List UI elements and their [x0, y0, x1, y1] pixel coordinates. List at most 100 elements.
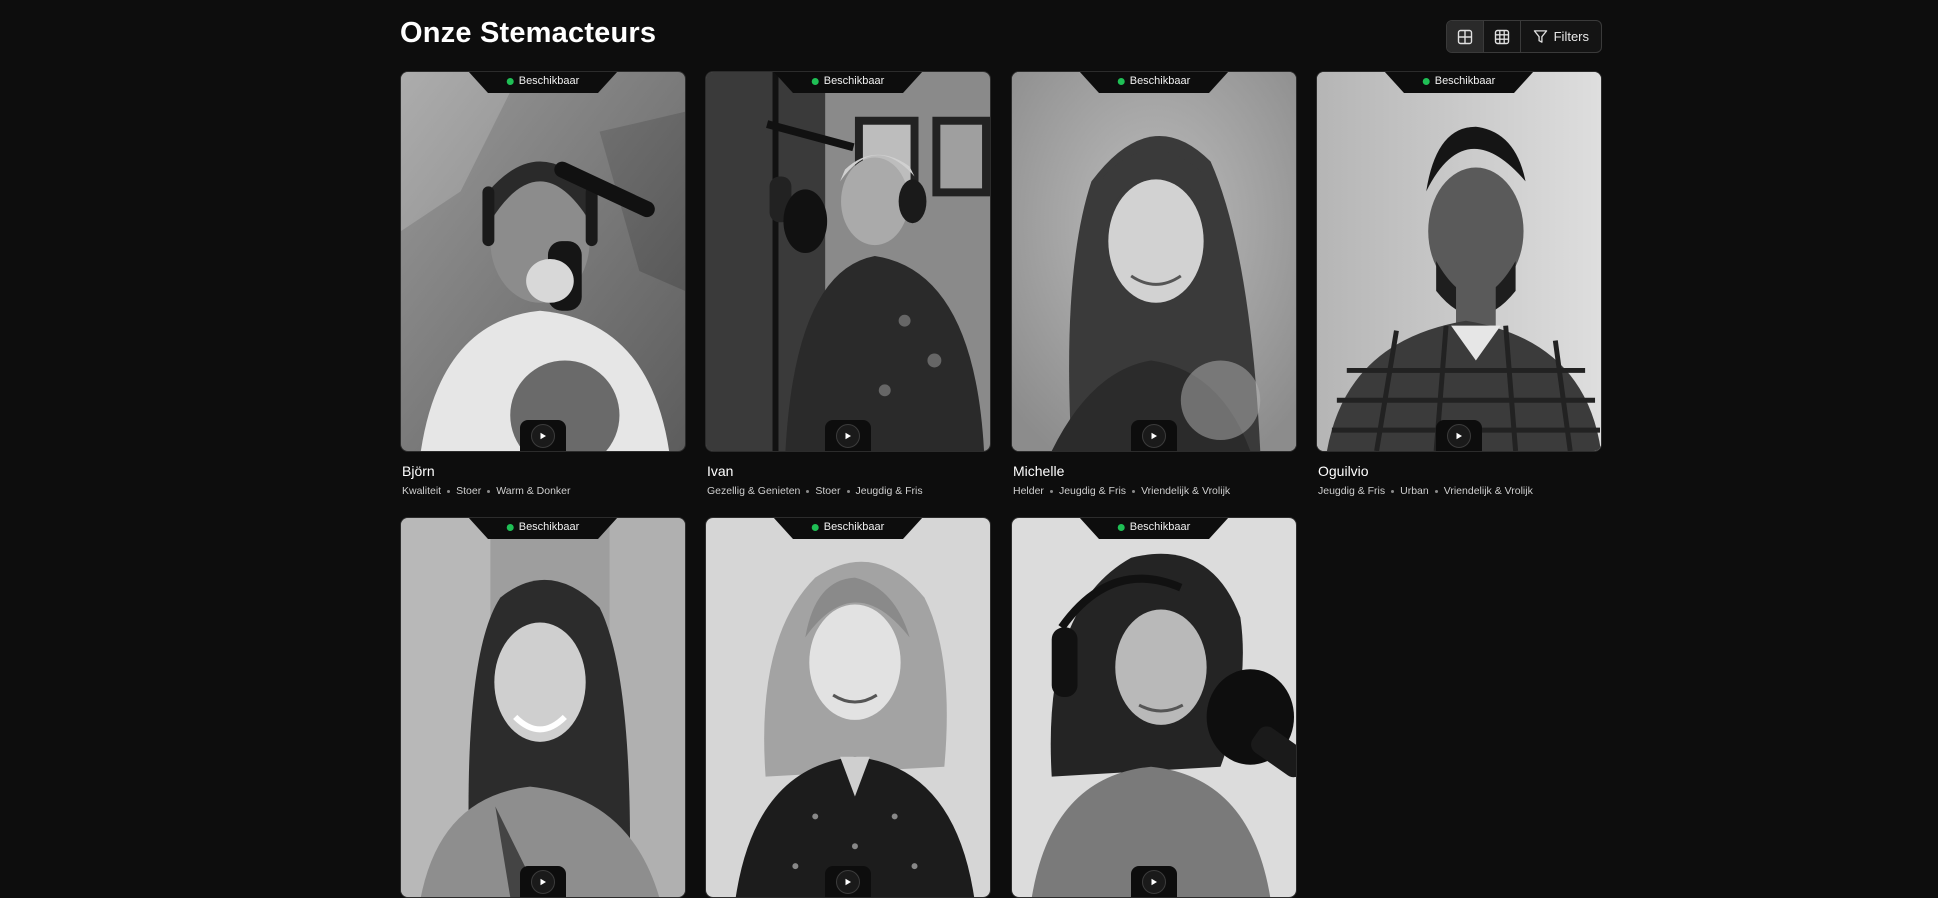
play-icon [1151, 432, 1157, 440]
tag-separator [1049, 489, 1053, 493]
status-tab: Beschikbaar [468, 72, 618, 93]
play-sample-button[interactable] [531, 870, 555, 894]
status-badge: Beschikbaar [506, 75, 580, 87]
play-notch [1131, 866, 1177, 897]
page-title: Onze Stemacteurs [400, 17, 657, 49]
actor-tags: Kwaliteit Stoer Warm & Donker [402, 485, 686, 497]
actor-tags: Gezellig & Genieten Stoer Jeugdig & Fris [707, 485, 991, 497]
actor-name: Ivan [707, 463, 734, 479]
tag: Vriendelijk & Vrolijk [1443, 485, 1533, 497]
actor-tags: Jeugdig & Fris Urban Vriendelijk & Vroli… [1318, 485, 1602, 497]
tag-separator [1132, 489, 1136, 493]
status-dot [811, 523, 819, 531]
actor-photo[interactable]: Beschikbaar [1316, 71, 1602, 452]
tag-separator [447, 489, 451, 493]
play-icon [540, 878, 546, 886]
status-label: Beschikbaar [823, 521, 885, 533]
tag: Jeugdig & Fris [1058, 485, 1127, 497]
status-dot [1422, 77, 1430, 85]
actor-card-oguilvio[interactable]: Beschikbaar Oguilvio Jeugdig & Fris Urba… [1316, 71, 1602, 497]
status-badge: Beschikbaar [506, 521, 580, 533]
tag: Kwaliteit [402, 485, 442, 497]
play-sample-button[interactable] [1142, 424, 1166, 448]
small-grid-view-button[interactable] [1484, 21, 1521, 52]
play-notch [520, 866, 566, 897]
play-notch [520, 420, 566, 451]
status-badge: Beschikbaar [1117, 75, 1191, 87]
actor-portrait-image [1012, 72, 1296, 451]
view-toolbar: Filters [1445, 20, 1602, 53]
tag: Jeugdig & Fris [1318, 485, 1386, 497]
actor-portrait-image [706, 518, 990, 897]
tag: Warm & Donker [496, 485, 571, 497]
play-sample-button[interactable] [1447, 424, 1471, 448]
tag: Jeugdig & Fris [855, 485, 923, 497]
actor-card-bjorn[interactable]: Beschikbaar Björn Kwaliteit Stoer Warm &… [400, 71, 686, 497]
status-label: Beschikbaar [518, 75, 580, 87]
status-label: Beschikbaar [1129, 75, 1191, 87]
status-dot [811, 77, 819, 85]
status-label: Beschikbaar [518, 521, 580, 533]
actor-card[interactable]: Beschikbaar [705, 517, 991, 898]
actor-name: Björn [402, 463, 435, 479]
actor-photo[interactable]: Beschikbaar [1011, 517, 1297, 898]
grid-3x3-icon [1494, 29, 1509, 44]
status-tab: Beschikbaar [773, 518, 923, 539]
tag: Vriendelijk & Vrolijk [1141, 485, 1231, 497]
tag-separator [1391, 489, 1395, 493]
status-label: Beschikbaar [1129, 521, 1191, 533]
status-tab: Beschikbaar [1079, 518, 1229, 539]
status-dot [1117, 77, 1125, 85]
grid-2x2-icon [1457, 29, 1472, 44]
status-badge: Beschikbaar [811, 521, 885, 533]
actor-card[interactable]: Beschikbaar [400, 517, 686, 898]
status-badge: Beschikbaar [1117, 521, 1191, 533]
actor-portrait-image [1317, 72, 1601, 451]
status-tab: Beschikbaar [773, 72, 923, 93]
play-notch [1436, 420, 1482, 451]
actor-name: Oguilvio [1318, 463, 1369, 479]
filters-label: Filters [1553, 29, 1589, 44]
tag: Stoer [815, 485, 841, 497]
large-grid-view-button[interactable] [1446, 21, 1484, 52]
filters-button[interactable]: Filters [1521, 21, 1601, 52]
tag: Gezellig & Genieten [707, 485, 801, 497]
actor-portrait-image [706, 72, 990, 451]
play-icon [845, 878, 851, 886]
status-tab: Beschikbaar [1384, 72, 1534, 93]
actor-photo[interactable]: Beschikbaar [705, 517, 991, 898]
play-icon [845, 432, 851, 440]
tag: Helder [1013, 485, 1044, 497]
status-dot [1117, 523, 1125, 531]
status-badge: Beschikbaar [811, 75, 884, 87]
play-icon [1456, 432, 1462, 440]
filter-icon [1533, 30, 1547, 43]
actor-card-ivan[interactable]: Beschikbaar Ivan Gezellig & Genieten Sto… [705, 71, 991, 497]
tag-separator [846, 489, 850, 493]
actor-portrait-image [401, 518, 685, 897]
status-dot [506, 77, 514, 85]
tag-separator [487, 489, 491, 493]
play-notch [825, 420, 871, 451]
actor-photo[interactable]: Beschikbaar [400, 71, 686, 452]
actor-name: Michelle [1013, 463, 1065, 479]
actor-photo[interactable]: Beschikbaar [705, 71, 991, 452]
play-sample-button[interactable] [531, 424, 555, 448]
actor-photo[interactable]: Beschikbaar [1011, 71, 1297, 452]
status-badge: Beschikbaar [1422, 75, 1495, 87]
play-notch [825, 866, 871, 897]
voice-actors-page: Onze Stemacteurs Filters Beschikbaar Bjö… [400, 0, 1602, 898]
play-notch [1131, 420, 1177, 451]
tag: Urban [1400, 485, 1429, 497]
status-tab: Beschikbaar [1079, 72, 1229, 93]
actor-tags: Helder Jeugdig & Fris Vriendelijk & Vrol… [1013, 485, 1297, 497]
play-sample-button[interactable] [1142, 870, 1166, 894]
play-sample-button[interactable] [836, 870, 860, 894]
play-sample-button[interactable] [836, 424, 860, 448]
actor-card-michelle[interactable]: Beschikbaar Michelle Helder Jeugdig & Fr… [1011, 71, 1297, 497]
actor-card[interactable]: Beschikbaar [1011, 517, 1297, 898]
play-icon [1151, 878, 1157, 886]
tag-separator [1434, 489, 1438, 493]
status-dot [506, 523, 514, 531]
actor-photo[interactable]: Beschikbaar [400, 517, 686, 898]
